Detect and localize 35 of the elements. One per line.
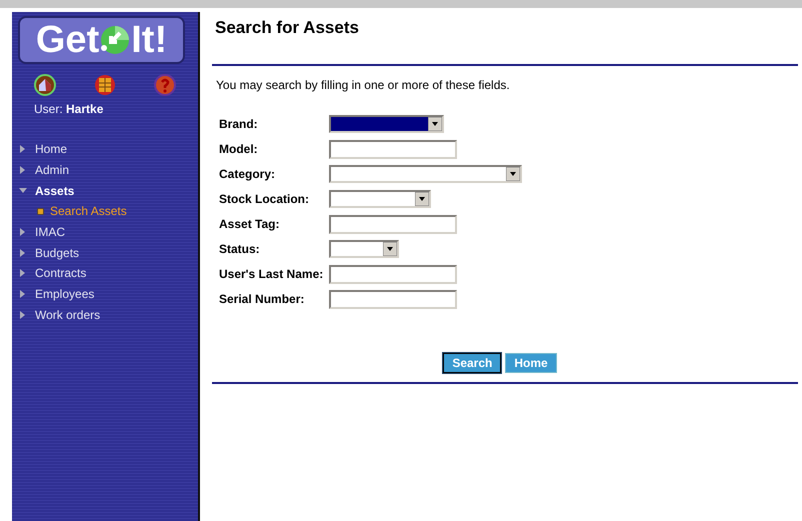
page-title: Search for Assets xyxy=(215,18,360,38)
field-label: Stock Location: xyxy=(219,192,310,206)
help-icon xyxy=(154,74,176,96)
field-label: Category: xyxy=(219,167,276,181)
logo-text: It! xyxy=(131,21,168,59)
dropdown[interactable] xyxy=(329,115,444,133)
dropdown-arrow-icon xyxy=(506,167,520,181)
field-label: User's Last Name: xyxy=(219,267,324,281)
nav-item[interactable]: IMAC xyxy=(12,222,198,242)
dropdown-arrow-icon xyxy=(383,242,397,256)
nav-item[interactable]: Work orders xyxy=(12,304,198,326)
nav-item[interactable]: Employees xyxy=(12,284,198,304)
logo-text: Get xyxy=(36,21,100,59)
input-field[interactable] xyxy=(329,214,457,234)
nav-subitem[interactable]: Search Assets xyxy=(12,201,198,222)
field-label: Brand: xyxy=(219,117,258,131)
intro-text: You may search by filling in one or more of these fields. xyxy=(216,78,511,92)
field-label: Status: xyxy=(219,242,260,256)
nav-item[interactable]: Contracts xyxy=(12,263,198,284)
dropdown-arrow-icon xyxy=(415,192,429,206)
nav-item[interactable]: Assets xyxy=(12,180,198,202)
house-icon xyxy=(34,74,56,96)
input-field[interactable] xyxy=(329,264,457,284)
user-label: User: Hartke xyxy=(33,102,104,116)
field-label: Asset Tag: xyxy=(219,217,280,231)
bullet-icon xyxy=(37,208,44,215)
field-label: Model: xyxy=(219,142,258,156)
field-label: Serial Number: xyxy=(219,292,304,306)
clock-icon xyxy=(100,25,130,55)
input-field[interactable] xyxy=(329,140,457,158)
nav-item[interactable]: Admin xyxy=(12,160,198,180)
nav-item[interactable]: Home xyxy=(12,139,198,160)
nav-item[interactable]: Budgets xyxy=(12,242,198,264)
dropdown-arrow-icon xyxy=(428,117,442,131)
input-field[interactable] xyxy=(329,290,457,308)
